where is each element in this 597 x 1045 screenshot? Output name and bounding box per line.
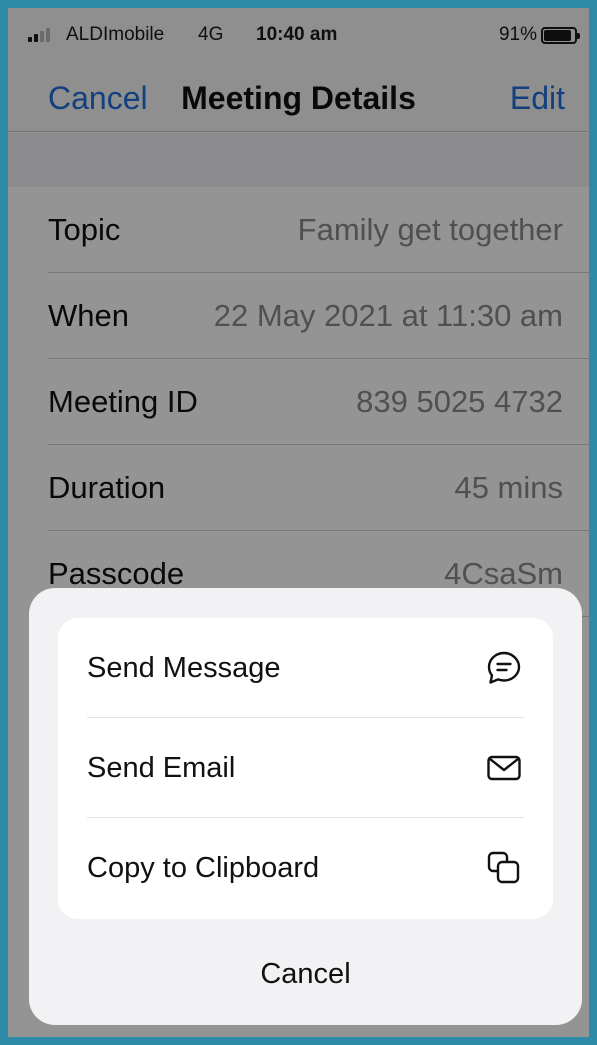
send-email-action[interactable]: Send Email (58, 718, 553, 818)
send-message-action[interactable]: Send Message (58, 618, 553, 718)
sheet-cancel-button[interactable]: Cancel (29, 946, 582, 1002)
envelope-icon (485, 749, 523, 787)
action-label: Copy to Clipboard (87, 851, 320, 884)
copy-icon (485, 849, 523, 887)
phone-screen: ALDImobile 4G 10:40 am 91% Cancel Meetin… (8, 8, 589, 1037)
copy-to-clipboard-action[interactable]: Copy to Clipboard (58, 818, 553, 918)
message-bubble-icon (485, 649, 523, 687)
action-group: Send Message Send Email Copy to Clipboar… (58, 618, 553, 919)
action-label: Send Email (87, 751, 236, 784)
share-action-sheet: Send Message Send Email Copy to Clipboar… (29, 588, 582, 1025)
action-label: Send Message (87, 651, 281, 684)
